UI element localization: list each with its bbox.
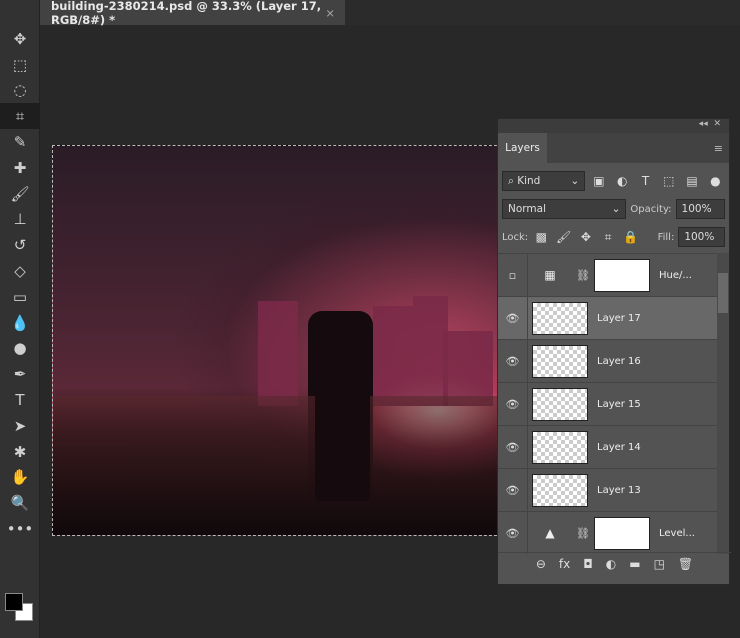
link-layers-icon[interactable]: ⊖	[536, 557, 546, 571]
eraser-tool[interactable]: ◇	[0, 258, 40, 284]
layer-row[interactable]: ▫ ▦ ⛓ Hue/...	[498, 254, 718, 297]
eye-icon[interactable]: 👁	[498, 382, 528, 426]
move-tool[interactable]: ✥	[0, 26, 40, 52]
eye-icon[interactable]: 👁	[498, 296, 528, 340]
layer-thumbnail[interactable]	[532, 387, 588, 421]
layers-panel: ◂◂ ✕ Layers ≡ ⌕ Kind ⌄ ▣ ◐ T ⬚ ▤ ● Normal…	[497, 118, 731, 585]
hand-tool[interactable]: ✋	[0, 465, 40, 491]
pen-tool[interactable]: ✒	[0, 361, 40, 387]
close-icon[interactable]: ×	[325, 6, 335, 20]
layer-name: Layer 16	[597, 355, 641, 367]
building	[373, 306, 413, 406]
brush-tool[interactable]: 🖌	[0, 181, 40, 207]
link-icon[interactable]: ⛓	[572, 269, 594, 282]
layer-mask-thumbnail[interactable]	[594, 516, 650, 550]
trash-icon[interactable]: 🗑	[678, 557, 693, 571]
blend-mode-value: Normal	[508, 203, 546, 215]
layer-name: Layer 15	[597, 398, 641, 410]
healing-tool[interactable]: ✚	[0, 155, 40, 181]
document-title: building-2380214.psd @ 33.3% (Layer 17, …	[51, 0, 322, 27]
more-tool[interactable]: •••	[0, 516, 40, 542]
tools-panel: ✥ ⬚ ◌ ⌗ ✎ ✚ 🖌 ⊥ ↺ ◇ ▭ 💧 ● ✒ T ➤ ✱ ✋ 🔍 •••	[0, 0, 40, 638]
gradient-tool[interactable]: ▭	[0, 284, 40, 310]
layer-row[interactable]: 👁 Layer 17	[498, 296, 718, 340]
adjustment-filter-icon[interactable]: ◐	[613, 174, 632, 188]
fill-label: Fill:	[657, 231, 675, 243]
zoom-tool[interactable]: 🔍	[0, 490, 40, 516]
layer-row[interactable]: 👁 ▲ ⛓ Level...	[498, 511, 718, 554]
silhouette	[315, 316, 370, 501]
crop-tool[interactable]: ⌗	[0, 103, 40, 130]
layer-thumbnail[interactable]	[532, 344, 588, 378]
path-select-tool[interactable]: ➤	[0, 413, 40, 439]
marquee-tool[interactable]: ⬚	[0, 52, 40, 78]
lock-label: Lock:	[502, 231, 529, 243]
fill-input[interactable]: 100%	[678, 227, 726, 247]
new-layer-icon[interactable]: ◳	[654, 557, 665, 571]
layer-name: Hue/...	[659, 269, 692, 281]
opacity-input[interactable]: 100%	[675, 199, 725, 219]
building	[443, 331, 493, 406]
filter-kind-select[interactable]: ⌕ Kind ⌄	[502, 171, 586, 191]
document-tab[interactable]: building-2380214.psd @ 33.3% (Layer 17, …	[40, 0, 345, 27]
layer-mask-thumbnail[interactable]	[594, 258, 650, 292]
type-filter-icon[interactable]: T	[636, 174, 655, 188]
layer-thumbnail[interactable]	[532, 473, 588, 507]
image-filter-icon[interactable]: ▣	[589, 174, 608, 188]
dodge-tool[interactable]: ●	[0, 336, 40, 362]
lock-artboard-icon[interactable]: ⌗	[599, 230, 617, 245]
document-canvas[interactable]	[52, 145, 512, 536]
layer-name: Layer 13	[597, 484, 641, 496]
lock-position-icon[interactable]: ✥	[577, 230, 595, 244]
layer-row[interactable]: 👁 Layer 16	[498, 339, 718, 383]
layers-footer: ⊖ fx ◘ ◐ ▬ ◳ 🗑	[498, 552, 731, 574]
eye-icon[interactable]: 👁	[498, 511, 528, 554]
filter-toggle-icon[interactable]: ●	[706, 174, 725, 188]
lock-all-icon[interactable]: 🔒	[621, 230, 639, 244]
eye-icon[interactable]: 👁	[498, 425, 528, 469]
layer-row[interactable]: 👁 Layer 13	[498, 468, 718, 512]
foreground-color-swatch[interactable]	[5, 593, 23, 611]
layer-row[interactable]: 👁 Layer 14	[498, 425, 718, 469]
fx-icon[interactable]: fx	[559, 557, 570, 571]
new-group-icon[interactable]: ▬	[629, 557, 640, 571]
shape-tool[interactable]: ✱	[0, 439, 40, 465]
type-tool[interactable]: T	[0, 387, 40, 413]
close-panel-icon[interactable]: ✕	[713, 119, 721, 129]
layer-name: Layer 17	[597, 312, 641, 324]
blend-mode-select[interactable]: Normal ⌄	[502, 199, 627, 219]
lock-pixels-icon[interactable]: 🖌	[554, 230, 572, 244]
layers-list: ▫ ▦ ⛓ Hue/... 👁 Layer 17 👁 Layer 16 👁 Layer 15 👁 La…	[498, 253, 718, 554]
layer-thumbnail[interactable]	[532, 301, 588, 335]
lasso-tool[interactable]: ◌	[0, 78, 40, 104]
collapse-icon[interactable]: ◂◂	[699, 119, 708, 129]
building	[258, 301, 298, 406]
layer-name: Layer 14	[597, 441, 641, 453]
ground	[53, 396, 511, 535]
new-adjustment-icon[interactable]: ◐	[606, 557, 616, 571]
stamp-tool[interactable]: ⊥	[0, 207, 40, 233]
layers-scrollbar[interactable]	[717, 253, 729, 554]
visibility-off-icon[interactable]: ▫	[498, 254, 528, 297]
layer-row[interactable]: 👁 Layer 15	[498, 382, 718, 426]
smart-object-filter-icon[interactable]: ▤	[682, 174, 701, 188]
tab-layers[interactable]: Layers	[498, 133, 547, 163]
history-brush-tool[interactable]: ↺	[0, 232, 40, 258]
eye-icon[interactable]: 👁	[498, 468, 528, 512]
panel-menu-icon[interactable]: ≡	[714, 142, 723, 155]
layer-name: Level...	[659, 527, 695, 539]
filter-kind-label: Kind	[517, 175, 541, 187]
adjustment-icon: ▦	[544, 268, 556, 282]
opacity-label: Opacity:	[630, 203, 672, 215]
layer-thumbnail[interactable]	[532, 430, 588, 464]
link-icon[interactable]: ⛓	[572, 527, 594, 540]
eyedropper-tool[interactable]: ✎	[0, 129, 40, 155]
eye-icon[interactable]: 👁	[498, 339, 528, 383]
add-mask-icon[interactable]: ◘	[583, 557, 593, 571]
document-tab-bar: building-2380214.psd @ 33.3% (Layer 17, …	[40, 0, 740, 27]
lock-transparency-icon[interactable]: ▩	[532, 230, 550, 244]
blur-tool[interactable]: 💧	[0, 310, 40, 336]
shape-filter-icon[interactable]: ⬚	[659, 174, 678, 188]
adjustment-icon: ▲	[545, 526, 555, 540]
